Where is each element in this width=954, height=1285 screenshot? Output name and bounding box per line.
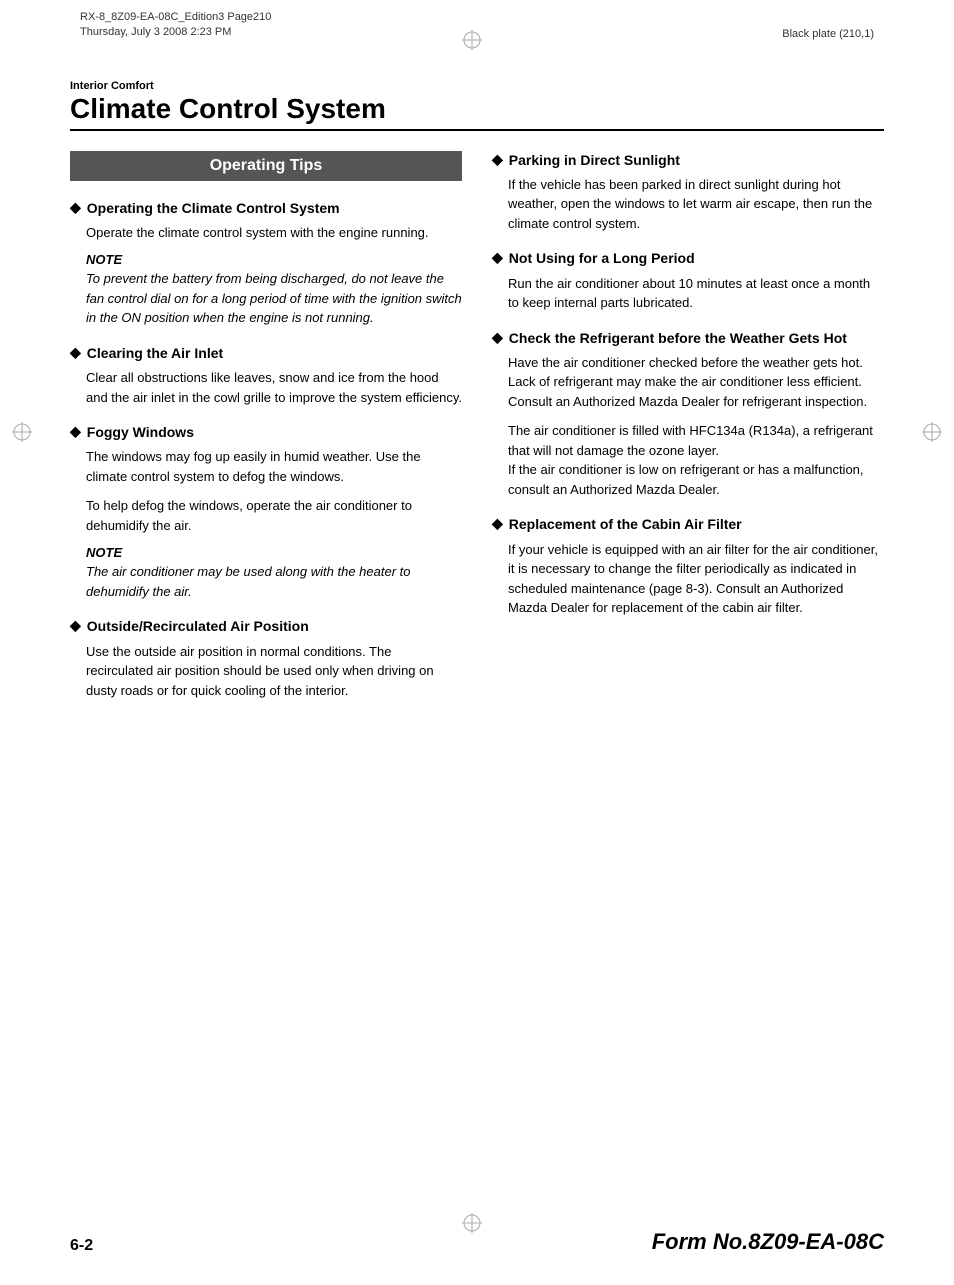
diamond-icon-foggy: ◆ bbox=[70, 423, 81, 440]
diamond-icon-cabin-filter: ◆ bbox=[492, 515, 503, 532]
heading-text-parking: Parking in Direct Sunlight bbox=[509, 151, 680, 169]
reg-mark-bottom-center bbox=[460, 1211, 484, 1235]
section-label: Interior Comfort bbox=[70, 80, 884, 92]
note-label-1: NOTE bbox=[86, 252, 462, 267]
right-column: ◆ Parking in Direct Sunlight If the vehi… bbox=[492, 151, 884, 716]
page-title: Climate Control System bbox=[70, 94, 884, 125]
section-heading-parking: ◆ Parking in Direct Sunlight bbox=[492, 151, 884, 169]
section-clearing-air-inlet: ◆ Clearing the Air Inlet Clear all obstr… bbox=[70, 344, 462, 407]
section-heading-clearing: ◆ Clearing the Air Inlet bbox=[70, 344, 462, 362]
body-outside: Use the outside air position in normal c… bbox=[86, 642, 462, 701]
body-foggy-2: To help defog the windows, operate the a… bbox=[86, 496, 462, 535]
section-parking-sunlight: ◆ Parking in Direct Sunlight If the vehi… bbox=[492, 151, 884, 234]
body-refrigerant-2: The air conditioner is filled with HFC13… bbox=[508, 421, 884, 499]
note-label-2: NOTE bbox=[86, 545, 462, 560]
tips-banner: Operating Tips bbox=[70, 151, 462, 181]
print-header-line1: RX-8_8Z09-EA-08C_Edition3 Page210 bbox=[80, 10, 271, 25]
section-heading-cabin-filter: ◆ Replacement of the Cabin Air Filter bbox=[492, 515, 884, 533]
form-number: Form No.8Z09-EA-08C bbox=[652, 1229, 884, 1255]
body-refrigerant-1: Have the air conditioner checked before … bbox=[508, 353, 884, 412]
reg-mark-right bbox=[920, 420, 944, 444]
section-heading-not-using: ◆ Not Using for a Long Period bbox=[492, 249, 884, 267]
reg-mark-top-center bbox=[460, 28, 484, 52]
body-operating-climate: Operate the climate control system with … bbox=[86, 223, 462, 243]
page-content: Interior Comfort Climate Control System … bbox=[70, 80, 884, 1205]
two-column-layout: Operating Tips ◆ Operating the Climate C… bbox=[70, 151, 884, 716]
print-header: RX-8_8Z09-EA-08C_Edition3 Page210 Thursd… bbox=[80, 10, 271, 41]
heading-text-foggy: Foggy Windows bbox=[87, 423, 194, 441]
section-cabin-air-filter: ◆ Replacement of the Cabin Air Filter If… bbox=[492, 515, 884, 617]
section-heading-refrigerant: ◆ Check the Refrigerant before the Weath… bbox=[492, 329, 884, 347]
left-column: Operating Tips ◆ Operating the Climate C… bbox=[70, 151, 462, 716]
heading-text-refrigerant: Check the Refrigerant before the Weather… bbox=[509, 329, 847, 347]
page-number: 6-2 bbox=[70, 1237, 93, 1255]
heading-text-clearing: Clearing the Air Inlet bbox=[87, 344, 223, 362]
diamond-icon-not-using: ◆ bbox=[492, 249, 503, 266]
section-operating-climate: ◆ Operating the Climate Control System O… bbox=[70, 199, 462, 328]
section-heading-foggy: ◆ Foggy Windows bbox=[70, 423, 462, 441]
note-text-1: To prevent the battery from being discha… bbox=[86, 269, 462, 328]
diamond-icon-clearing: ◆ bbox=[70, 344, 81, 361]
heading-text-outside: Outside/Recirculated Air Position bbox=[87, 617, 309, 635]
section-outside-recirculated: ◆ Outside/Recirculated Air Position Use … bbox=[70, 617, 462, 700]
section-check-refrigerant: ◆ Check the Refrigerant before the Weath… bbox=[492, 329, 884, 500]
body-parking: If the vehicle has been parked in direct… bbox=[508, 175, 884, 234]
print-header-right: Black plate (210,1) bbox=[782, 28, 874, 40]
diamond-icon-outside: ◆ bbox=[70, 617, 81, 634]
note-text-2: The air conditioner may be used along wi… bbox=[86, 562, 462, 601]
heading-text-cabin-filter: Replacement of the Cabin Air Filter bbox=[509, 515, 742, 533]
body-foggy-1: The windows may fog up easily in humid w… bbox=[86, 447, 462, 486]
title-rule bbox=[70, 129, 884, 131]
section-heading-outside: ◆ Outside/Recirculated Air Position bbox=[70, 617, 462, 635]
section-heading-operating-climate: ◆ Operating the Climate Control System bbox=[70, 199, 462, 217]
body-cabin-filter: If your vehicle is equipped with an air … bbox=[508, 540, 884, 618]
heading-text-not-using: Not Using for a Long Period bbox=[509, 249, 695, 267]
section-foggy-windows: ◆ Foggy Windows The windows may fog up e… bbox=[70, 423, 462, 601]
print-header-line2: Thursday, July 3 2008 2:23 PM bbox=[80, 25, 271, 40]
diamond-icon-parking: ◆ bbox=[492, 151, 503, 168]
body-clearing: Clear all obstructions like leaves, snow… bbox=[86, 368, 462, 407]
diamond-icon-refrigerant: ◆ bbox=[492, 329, 503, 346]
page: RX-8_8Z09-EA-08C_Edition3 Page210 Thursd… bbox=[0, 0, 954, 1285]
diamond-icon-operating: ◆ bbox=[70, 199, 81, 216]
reg-mark-left bbox=[10, 420, 34, 444]
heading-text-operating: Operating the Climate Control System bbox=[87, 199, 340, 217]
section-not-using: ◆ Not Using for a Long Period Run the ai… bbox=[492, 249, 884, 312]
body-not-using: Run the air conditioner about 10 minutes… bbox=[508, 274, 884, 313]
